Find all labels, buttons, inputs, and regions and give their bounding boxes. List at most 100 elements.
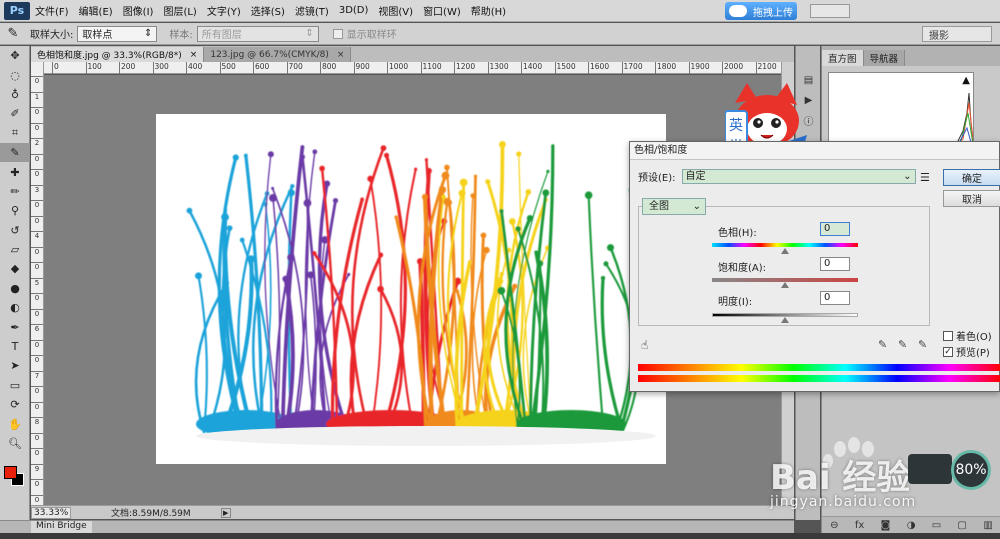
menu-file[interactable]: 文件(F) (30, 3, 74, 18)
paint-drop (509, 218, 516, 225)
quick-select-tool-icon[interactable]: ✐ (0, 104, 30, 123)
fx-icon[interactable]: fx (855, 520, 864, 531)
zoom-level[interactable]: 33.33% (31, 506, 71, 519)
blur-tool-icon[interactable]: ● (0, 279, 30, 298)
paint-bucket-tool-icon[interactable]: ◆ (0, 259, 30, 278)
type-tool-icon[interactable]: T (0, 337, 30, 356)
chevron-right-icon[interactable]: ▶ (220, 507, 231, 518)
preview-checkbox[interactable]: ✓ (943, 346, 953, 357)
lightness-input[interactable]: 0 (820, 291, 850, 305)
paint-splash-image (156, 114, 666, 464)
brush-tool-icon[interactable]: ✏ (0, 182, 30, 201)
crop-tool-icon[interactable]: ⌗ (0, 124, 30, 143)
screen-mode-button[interactable] (810, 4, 850, 18)
tab-document-2[interactable]: 123.jpg @ 66.7%(CMYK/8) × (204, 47, 352, 62)
menu-image[interactable]: 图像(I) (118, 3, 159, 18)
dodge-tool-icon[interactable]: ◐ (0, 298, 30, 317)
ruler-tick: 0 (31, 169, 43, 178)
paint-drop (195, 272, 203, 280)
menu-type[interactable]: 文字(Y) (202, 3, 246, 18)
tab-histogram[interactable]: 直方图 (822, 50, 864, 66)
saturation-input[interactable]: 0 (820, 257, 850, 271)
hand-tool-icon[interactable]: ✋ (0, 414, 30, 433)
ruler-tick: 400 (186, 62, 202, 74)
taskbar-strip (0, 533, 1000, 539)
menu-window[interactable]: 窗口(W) (418, 3, 466, 18)
lasso-tool-icon[interactable]: ♁ (0, 85, 30, 104)
preview-option[interactable]: ✓ 预览(P) (943, 344, 990, 359)
workspace-select[interactable]: 摄影 (922, 26, 992, 42)
status-bar: 33.33% 文档:8.59M/8.59M ▶ (31, 505, 794, 519)
foreground-color-swatch[interactable] (4, 466, 17, 479)
preset-row: 预设(E): 自定 ⌄ (638, 169, 916, 184)
shape-tool-icon[interactable]: ▭ (0, 376, 30, 395)
tab-document-1[interactable]: 色相饱和度.jpg @ 33.3%(RGB/8*) × (31, 47, 205, 62)
eyedropper-icon[interactable]: ✎ (878, 338, 887, 351)
pen-tool-icon[interactable]: ✒ (0, 317, 30, 336)
menu-help[interactable]: 帮助(H) (466, 3, 511, 18)
preset-options-icon[interactable]: ☰ (920, 171, 930, 184)
hue-saturation-dialog: 色相/饱和度 预设(E): 自定 ⌄ ☰ 确定 取消 全图 ⌄ 色相(H): 0… (629, 141, 1000, 392)
saturation-slider-thumb[interactable] (781, 282, 789, 288)
chevron-down-icon: ⇕ (143, 28, 153, 39)
lightness-slider-thumb[interactable] (781, 317, 789, 323)
colorize-option[interactable]: 着色(O) (943, 328, 992, 343)
ok-button[interactable]: 确定 (943, 169, 1000, 186)
ruler-tick: 0 (31, 262, 43, 271)
close-icon[interactable]: × (190, 50, 198, 60)
paint-drop (512, 283, 518, 289)
menu-view[interactable]: 视图(V) (373, 3, 418, 18)
channel-select[interactable]: 全图 ⌄ (642, 198, 706, 215)
upload-button[interactable]: 拖拽上传 (725, 2, 797, 20)
tab-navigator[interactable]: 导航器 (863, 50, 906, 66)
menu-edit[interactable]: 编辑(E) (74, 3, 118, 18)
eyedropper-tool-icon[interactable]: ✎ (0, 142, 30, 163)
menu-3d[interactable]: 3D(D) (334, 5, 374, 16)
folder-icon[interactable]: ▭ (932, 520, 941, 531)
paint-stroke (600, 276, 625, 434)
photoshop-logo: Ps (4, 1, 30, 20)
mini-bridge-tab[interactable]: Mini Bridge (31, 521, 92, 533)
history-brush-tool-icon[interactable]: ↺ (0, 221, 30, 240)
paint-drop (542, 189, 550, 197)
clone-stamp-tool-icon[interactable]: ⚲ (0, 201, 30, 220)
hue-slider-track[interactable] (712, 243, 858, 247)
warning-icon[interactable]: ▲ (962, 75, 970, 86)
path-select-tool-icon[interactable]: ➤ (0, 356, 30, 375)
eyedropper-minus-icon[interactable]: ✎ (918, 338, 927, 351)
3d-rotate-tool-icon[interactable]: ⟳ (0, 395, 30, 414)
colorize-checkbox[interactable] (943, 330, 953, 341)
paint-drop (186, 207, 193, 214)
ruler-tick: 1600 (588, 62, 609, 74)
zoom-tool-icon[interactable]: 🔍︎ (0, 434, 30, 453)
link-icon[interactable]: ⊖ (830, 520, 838, 531)
menu-select[interactable]: 选择(S) (246, 3, 290, 18)
eraser-tool-icon[interactable]: ▱ (0, 240, 30, 259)
menu-filter[interactable]: 滤镜(T) (290, 3, 334, 18)
adjustment-icon[interactable]: ◑ (907, 520, 916, 531)
zoom-badge[interactable]: 80% (951, 450, 991, 490)
sample-select[interactable]: 所有图层 ⇕ (196, 25, 319, 42)
menu-layer[interactable]: 图层(L) (158, 3, 201, 18)
show-ring-checkbox[interactable] (332, 28, 343, 39)
ruler-tick: 2 (31, 138, 43, 147)
cancel-button[interactable]: 取消 (943, 190, 1000, 207)
new-layer-icon[interactable]: ▢ (958, 520, 967, 531)
paint-stroke (349, 253, 383, 434)
eyedropper-icon[interactable]: ✎ (0, 26, 26, 41)
hue-input[interactable]: 0 (820, 222, 850, 236)
healing-brush-tool-icon[interactable]: ✚ (0, 162, 30, 181)
preset-select[interactable]: 自定 ⌄ (681, 169, 916, 184)
paint-drop (473, 174, 478, 179)
paint-drop (380, 145, 387, 152)
hand-adjust-icon[interactable]: ☝ (641, 338, 648, 352)
sample-size-select[interactable]: 取样点 ⇕ (77, 25, 158, 42)
eyedropper-plus-icon[interactable]: ✎ (898, 338, 907, 351)
hue-slider-thumb[interactable] (781, 248, 789, 254)
marquee-tool-icon[interactable]: ◌ (0, 65, 30, 84)
ruler-tick: 0 (31, 293, 43, 302)
trash-icon[interactable]: ▥ (983, 520, 992, 531)
move-tool-icon[interactable]: ✥ (0, 46, 30, 65)
mask-icon[interactable]: ◙ (881, 520, 891, 531)
close-icon[interactable]: × (337, 50, 345, 60)
